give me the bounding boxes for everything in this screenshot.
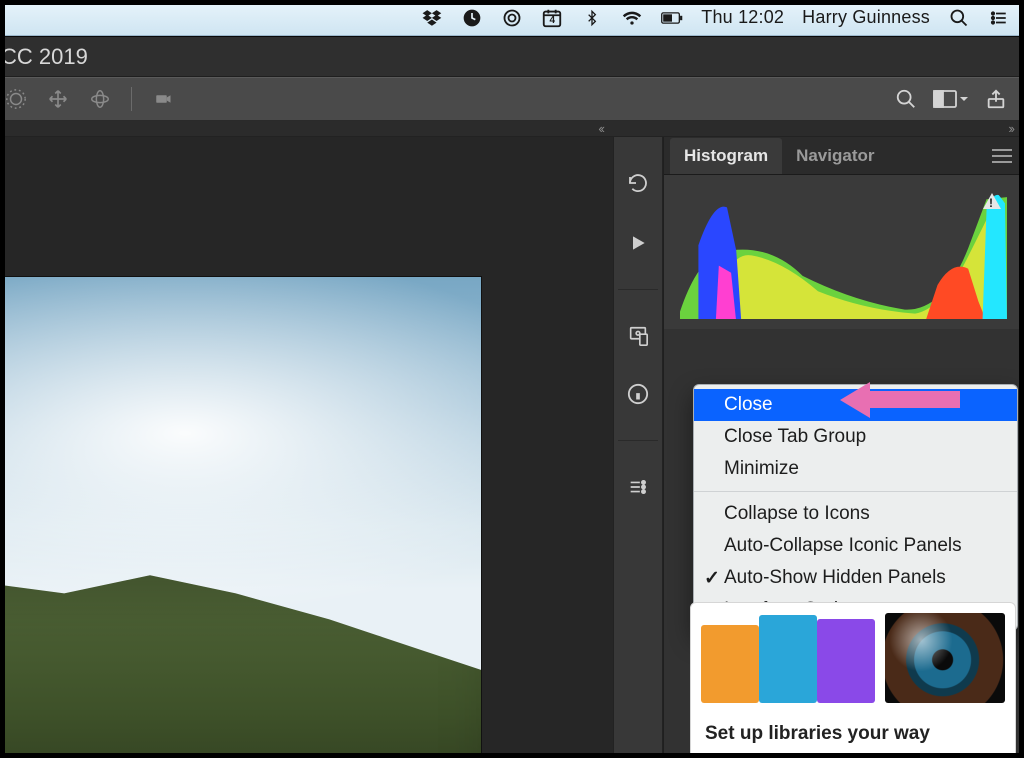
tab-histogram[interactable]: Histogram <box>670 138 782 174</box>
device-preview-icon[interactable] <box>620 318 656 354</box>
separator <box>131 87 132 111</box>
panel-tabs: Histogram Navigator <box>664 137 1023 175</box>
menu-item-close-tab-group[interactable]: Close Tab Group <box>694 421 1017 453</box>
menu-item-auto-show-hidden[interactable]: Auto-Show Hidden Panels <box>694 562 1017 594</box>
libraries-artwork <box>691 603 1015 713</box>
history-icon[interactable] <box>620 167 656 203</box>
battery-icon[interactable] <box>661 7 683 29</box>
swatch-blue <box>759 615 817 703</box>
libraries-card[interactable]: Set up libraries your way <box>690 602 1016 758</box>
menu-item-close[interactable]: Close <box>694 389 1017 421</box>
camera-icon[interactable] <box>148 84 178 114</box>
play-actions-icon[interactable] <box>620 225 656 261</box>
color-swatches <box>701 613 875 703</box>
collapse-left-icon[interactable]: ‹‹ <box>598 121 603 136</box>
spotlight-search-icon[interactable] <box>948 7 970 29</box>
swatch-purple <box>817 619 875 703</box>
screen-mode-icon[interactable] <box>933 84 969 114</box>
histogram-display <box>680 189 1007 319</box>
panel-dock <box>613 137 663 757</box>
calendar-icon[interactable]: 4 <box>541 7 563 29</box>
menu-list-icon[interactable] <box>988 7 1010 29</box>
window-title: CC 2019 <box>1 44 88 70</box>
dropbox-icon[interactable] <box>421 7 443 29</box>
collapse-right-icon[interactable]: ›› <box>1008 121 1013 136</box>
dock-separator <box>618 289 658 290</box>
circle-o-icon[interactable] <box>501 7 523 29</box>
properties-icon[interactable] <box>620 469 656 505</box>
eye-artwork <box>885 613 1005 703</box>
menubar-clock[interactable]: Thu 12:02 <box>701 7 784 28</box>
menubar-user[interactable]: Harry Guinness <box>802 7 930 28</box>
tab-navigator[interactable]: Navigator <box>782 138 888 174</box>
search-icon[interactable] <box>891 84 921 114</box>
menu-item-minimize[interactable]: Minimize <box>694 453 1017 485</box>
histogram-cache-warning-icon[interactable] <box>983 193 1001 209</box>
rotate-3d-icon[interactable] <box>85 84 115 114</box>
bluetooth-icon[interactable] <box>581 7 603 29</box>
dock-separator <box>618 440 658 441</box>
wifi-icon[interactable] <box>621 7 643 29</box>
clock-solid-icon[interactable] <box>461 7 483 29</box>
panel-collapse-strip: ‹‹ ›› <box>0 121 1023 137</box>
options-bar <box>0 77 1023 121</box>
info-icon[interactable] <box>620 376 656 412</box>
panel-context-menu: Close Close Tab Group Minimize Collapse … <box>693 384 1018 631</box>
menu-separator <box>694 491 1017 492</box>
calendar-date-label: 4 <box>541 15 563 26</box>
window-titlebar: CC 2019 <box>0 37 1023 77</box>
share-icon[interactable] <box>981 84 1011 114</box>
menu-item-auto-collapse[interactable]: Auto-Collapse Iconic Panels <box>694 530 1017 562</box>
swatch-orange <box>701 625 759 703</box>
histogram-panel <box>664 175 1023 329</box>
document-canvas[interactable] <box>0 277 481 757</box>
macos-menubar: 4 Thu 12:02 Harry Guinness <box>0 0 1024 36</box>
move-arrows-icon[interactable] <box>43 84 73 114</box>
panel-flyout-menu-icon[interactable] <box>987 141 1017 171</box>
menu-item-collapse-to-icons[interactable]: Collapse to Icons <box>694 498 1017 530</box>
target-icon[interactable] <box>1 84 31 114</box>
libraries-caption: Set up libraries your way <box>691 713 1015 745</box>
histogram-svg <box>680 189 1007 319</box>
canvas-area[interactable] <box>0 137 613 757</box>
